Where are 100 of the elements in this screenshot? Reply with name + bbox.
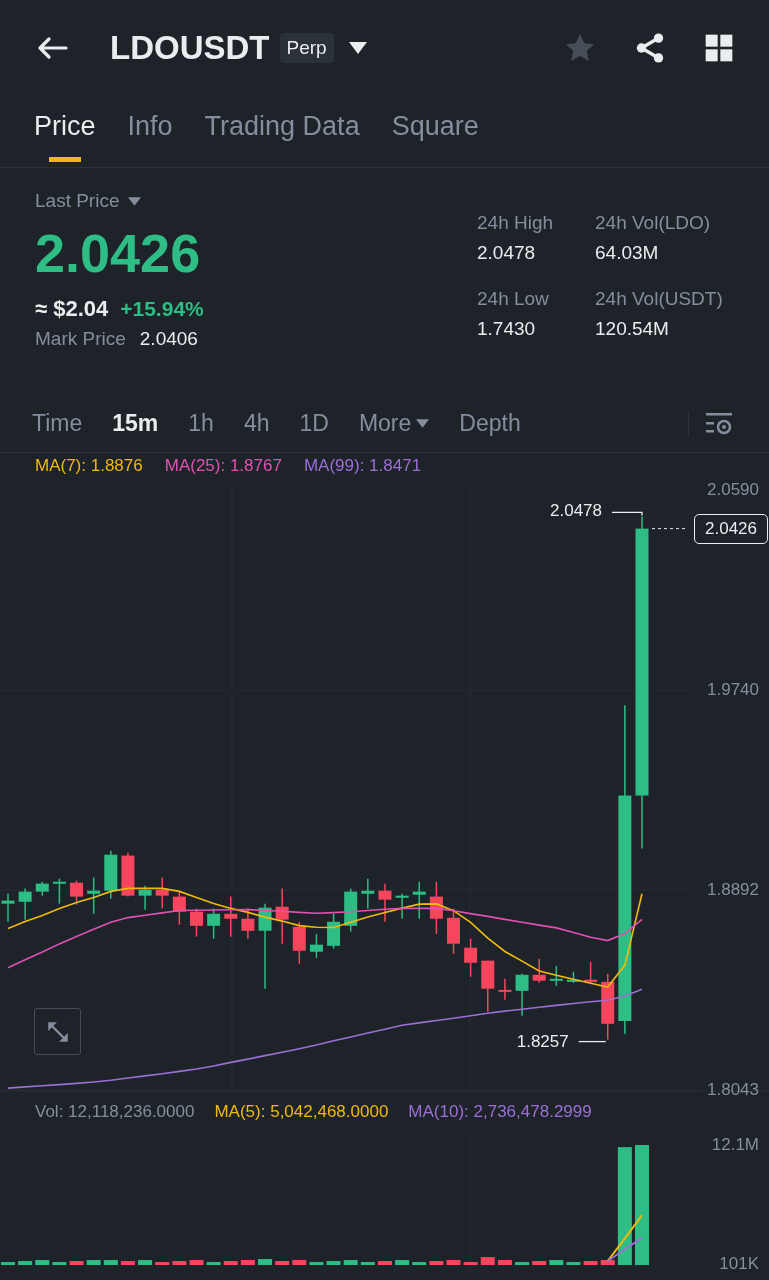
interval-tab[interactable]: More xyxy=(358,410,412,437)
volume-bar xyxy=(360,1262,375,1265)
candle xyxy=(172,890,186,926)
candle xyxy=(275,887,289,945)
volume-bar xyxy=(446,1260,461,1265)
tab[interactable]: Trading Data xyxy=(204,95,360,167)
candle xyxy=(601,973,615,1041)
volume-bar xyxy=(258,1259,273,1265)
volume-bar xyxy=(583,1261,598,1265)
candle xyxy=(292,921,306,965)
candle xyxy=(309,933,323,959)
volume-bar xyxy=(429,1261,444,1265)
candle xyxy=(566,971,580,984)
stat-value: 2.0478 xyxy=(477,242,537,264)
tab[interactable]: Info xyxy=(127,95,173,167)
candle xyxy=(395,893,409,920)
candle xyxy=(18,887,32,921)
stat-label: 24h High xyxy=(477,212,555,234)
volume-bar xyxy=(463,1262,478,1265)
tab[interactable]: Square xyxy=(391,95,479,167)
candle xyxy=(35,881,49,897)
candle xyxy=(498,978,512,1001)
candle xyxy=(52,877,66,905)
last-price: 2.0426 xyxy=(35,222,202,284)
interval-tab[interactable]: Depth xyxy=(459,410,521,437)
volume-bar xyxy=(52,1262,67,1265)
chart-settings-icon[interactable] xyxy=(705,410,733,437)
price-axis-label: 1.9740 xyxy=(707,680,759,701)
volume-bar xyxy=(155,1262,170,1265)
interval-tab[interactable]: 15m xyxy=(112,410,159,437)
interval-tab[interactable]: 1h xyxy=(188,410,214,437)
candle xyxy=(224,895,238,938)
candle xyxy=(549,965,563,987)
fiat-price: ≈ $2.04 xyxy=(35,296,109,322)
volume-axis-label: 12.1M xyxy=(711,1135,759,1156)
volume-bar xyxy=(377,1261,392,1265)
candle xyxy=(138,885,152,911)
stat-label: 24h Low xyxy=(477,288,550,310)
volume-bar xyxy=(172,1261,187,1265)
price-axis-label: 1.8892 xyxy=(707,880,759,900)
price-axis-label: 1.8043 xyxy=(707,1080,759,1100)
volume-bar xyxy=(69,1261,84,1265)
candle xyxy=(241,907,255,940)
volume-bar xyxy=(480,1257,495,1265)
volume-bar xyxy=(189,1260,204,1265)
volume-bar xyxy=(532,1261,547,1265)
expand-button[interactable] xyxy=(34,1008,81,1055)
candle xyxy=(327,913,341,950)
volume-bar xyxy=(515,1262,530,1265)
back-arrow-icon[interactable] xyxy=(36,35,68,60)
candle xyxy=(155,876,169,910)
volume-bar xyxy=(1,1262,15,1265)
volume-legend: Vol: 12,118,236.0000 xyxy=(35,1102,195,1122)
volume-bar xyxy=(497,1260,512,1265)
volume-bar xyxy=(240,1260,255,1265)
volume-legend: MA(10): 2,736,478.2999 xyxy=(408,1102,592,1122)
candle xyxy=(378,882,392,923)
volume-bar xyxy=(412,1262,427,1265)
volume-bar xyxy=(206,1262,221,1265)
volume-bar xyxy=(103,1260,118,1265)
candle xyxy=(87,876,101,915)
candle xyxy=(121,851,135,898)
volume-bar xyxy=(223,1261,238,1265)
volume-bar xyxy=(395,1260,410,1265)
ma-legend: MA(7): 1.8876 xyxy=(35,456,143,476)
volume-bar xyxy=(35,1260,50,1265)
candle xyxy=(1,893,15,923)
caret-icon[interactable] xyxy=(347,40,368,55)
candle xyxy=(515,973,529,1017)
stat-value: 120.54M xyxy=(595,318,670,340)
volume-bar xyxy=(549,1260,564,1265)
candle xyxy=(584,961,598,984)
volume-bar xyxy=(275,1261,290,1265)
mark-price-label: Mark Price xyxy=(35,328,126,350)
stat-value: 1.7430 xyxy=(477,318,537,340)
candle xyxy=(104,849,118,900)
ma-legend: MA(25): 1.8767 xyxy=(164,456,282,476)
current-price-tag: 2.0426 xyxy=(694,513,768,544)
stat-label: 24h Vol(USDT) xyxy=(595,288,724,310)
volume-bar xyxy=(326,1261,341,1265)
volume-bar xyxy=(343,1260,358,1265)
volume-bar xyxy=(18,1261,33,1265)
contract-type-badge: Perp xyxy=(279,32,334,63)
interval-tab[interactable]: 4h xyxy=(243,410,270,437)
high-price-label: 2.0478 xyxy=(550,501,602,522)
leader-line xyxy=(578,1040,607,1043)
volume-bar xyxy=(600,1260,615,1265)
stat-value: 64.03M xyxy=(595,242,660,264)
interval-tab[interactable]: 1D xyxy=(299,410,329,437)
candle xyxy=(70,879,84,906)
candle xyxy=(361,877,375,910)
volume-legend: MA(5): 5,042,468.0000 xyxy=(214,1102,389,1122)
interval-tab[interactable]: Time xyxy=(32,410,83,437)
candle xyxy=(481,959,495,1013)
last-price-label: Last Price xyxy=(35,190,120,212)
candle xyxy=(344,887,358,933)
candle xyxy=(412,881,426,920)
stat-label: 24h Vol(LDO) xyxy=(595,212,712,234)
candle xyxy=(447,907,460,955)
low-price-label: 1.8257 xyxy=(516,1031,569,1052)
